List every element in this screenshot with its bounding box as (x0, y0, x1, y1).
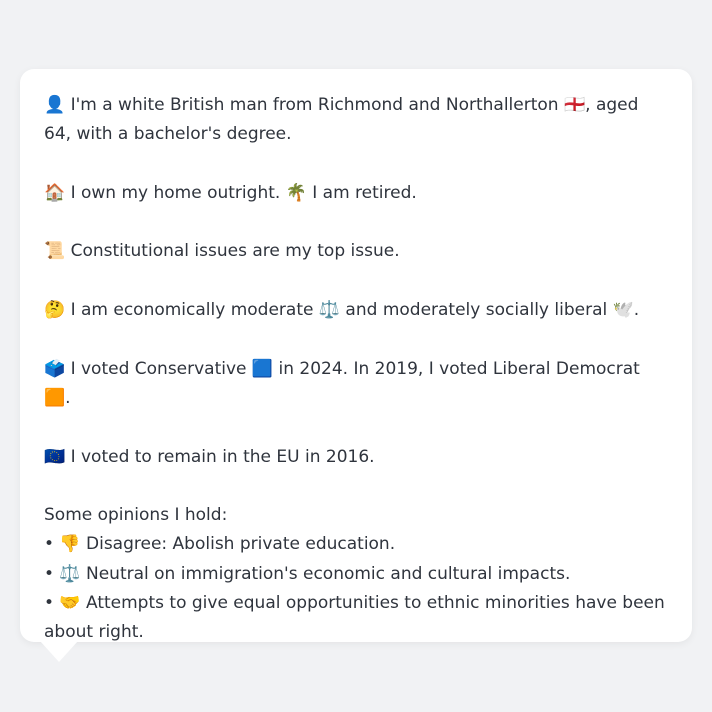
opinions-heading: Some opinions I hold: (44, 505, 228, 526)
opinion-item: • 🤝 Attempts to give equal opportunities… (44, 593, 665, 643)
housing-text: 🏠 I own my home outright. 🌴 I am retired… (44, 182, 417, 203)
persona-message-bubble: 👤 I'm a white British man from Richmond … (20, 69, 692, 642)
opinion-item: • 👎 Disagree: Abolish private education. (44, 534, 396, 555)
intro-text: 👤 I'm a white British man from Richmond … (44, 95, 639, 145)
top-issue-text: 📜 Constitutional issues are my top issue… (44, 241, 400, 262)
eu-text: 🇪🇺 I voted to remain in the EU in 2016. (44, 446, 375, 467)
ideology-text: 🤔 I am economically moderate ⚖️ and mode… (44, 300, 640, 321)
bubble-tail (40, 641, 78, 662)
votes-text: 🗳️ I voted Conservative 🟦 in 2024. In 20… (44, 358, 640, 408)
opinion-item: • ⚖️ Neutral on immigration's economic a… (44, 563, 571, 584)
